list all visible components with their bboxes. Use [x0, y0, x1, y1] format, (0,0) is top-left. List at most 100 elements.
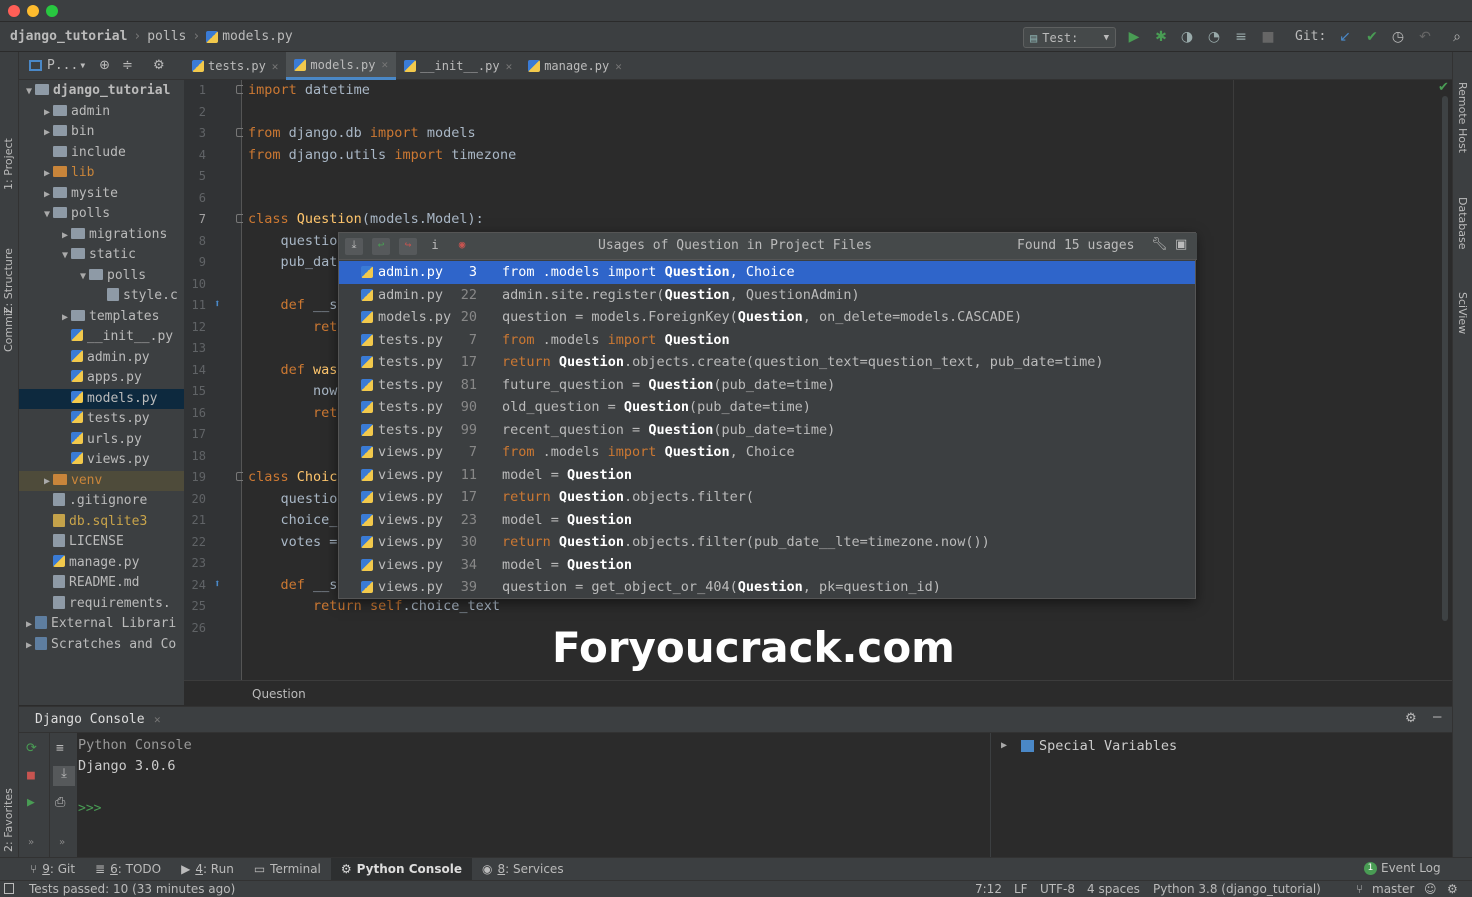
git-history-icon[interactable]: ◷ [1390, 29, 1406, 45]
breadcrumb-file[interactable]: models.py [222, 29, 292, 44]
scroll-to-end-icon[interactable]: ⤓ [53, 766, 75, 786]
expand-arrow-icon[interactable]: ▼ [59, 246, 71, 266]
tree-item-models-py[interactable]: models.py [19, 388, 184, 409]
console-prompt[interactable]: >>> [78, 801, 101, 816]
usage-row[interactable]: tests.py 7 from .models import Question [339, 329, 1195, 352]
bottom-tab-python-console[interactable]: ⚙ Python Console [330, 857, 472, 881]
write-access-icon[interactable]: ↪ [399, 238, 417, 255]
tool-windows-icon[interactable] [4, 883, 14, 894]
usage-row[interactable]: views.py 23 model = Question [339, 509, 1195, 532]
gear-icon[interactable]: ⚙ [1405, 711, 1417, 726]
tree-item-admin[interactable]: ▶ admin [19, 102, 184, 122]
close-tab-icon[interactable]: ✕ [615, 60, 622, 73]
editor-tab[interactable]: __init__.py ✕ [396, 52, 520, 80]
editor-tab[interactable]: models.py ✕ [286, 52, 397, 80]
expand-arrow-icon[interactable]: ▼ [77, 267, 89, 287]
tree-item-manage-py[interactable]: manage.py [19, 553, 184, 573]
console-tab[interactable]: Django Console [35, 712, 145, 727]
git-update-icon[interactable]: ↙ [1337, 29, 1353, 45]
special-variables[interactable]: Special Variables [1039, 738, 1177, 754]
override-marker-icon[interactable]: ⬆ [214, 577, 221, 590]
usage-row[interactable]: views.py 30 return Question.objects.filter… [339, 531, 1195, 554]
file-encoding[interactable]: UTF-8 [1040, 882, 1075, 896]
minimize-window-button[interactable] [27, 5, 39, 17]
inspection-ok-icon[interactable]: ✔ [1438, 80, 1449, 95]
expand-arrow-icon[interactable]: ▶ [41, 185, 53, 205]
close-tab-icon[interactable]: ✕ [506, 60, 513, 73]
expand-arrow-icon[interactable]: ▶ [23, 615, 35, 635]
expand-arrow-icon[interactable]: ▶ [23, 636, 35, 656]
debug-icon[interactable]: ✱ [1153, 29, 1169, 45]
editor-scrollbar[interactable] [1442, 96, 1448, 621]
usage-row[interactable]: admin.py 3 from .models import Question, C… [339, 261, 1195, 284]
inspector-icon[interactable]: ☺ [1424, 882, 1437, 896]
close-tab-icon[interactable]: ✕ [272, 60, 279, 73]
collapse-icon[interactable]: ≑ [122, 58, 133, 73]
remote-host-tool-tab[interactable]: Remote Host [1456, 82, 1469, 153]
search-icon[interactable]: ⌕ [1449, 29, 1465, 45]
tree-item-templates[interactable]: ▶ templates [19, 307, 184, 327]
tree-item-lib[interactable]: ▶ lib [19, 163, 184, 183]
locate-icon[interactable]: ⊕ [99, 58, 110, 73]
structure-tool-tab[interactable]: Z: Structure [2, 248, 15, 314]
profile-icon[interactable]: ◔ [1206, 29, 1222, 45]
indent-setting[interactable]: 4 spaces [1087, 882, 1140, 896]
scope-icon[interactable]: ◉ [453, 238, 471, 255]
usage-row[interactable]: tests.py 99 recent_question = Question(pub… [339, 419, 1195, 442]
usage-row[interactable]: tests.py 81 future_question = Question(pub… [339, 374, 1195, 397]
usage-row[interactable]: tests.py 90 old_question = Question(pub_da… [339, 396, 1195, 419]
tree-item-include[interactable]: include [19, 143, 184, 163]
zoom-window-button[interactable] [46, 5, 58, 17]
tree-item-polls[interactable]: ▼ polls [19, 266, 184, 286]
usage-row[interactable]: views.py 34 model = Question [339, 554, 1195, 577]
open-in-find-window-icon[interactable]: ▣ [1175, 237, 1187, 252]
editor-tab[interactable]: tests.py ✕ [184, 52, 286, 80]
console-output[interactable]: Python Console Django 3.0.6 >>> [77, 733, 990, 857]
gear-icon[interactable]: ⚙ [153, 58, 165, 73]
expand-arrow-icon[interactable]: ▼ [41, 205, 53, 225]
project-tool-tab[interactable]: 1: Project [2, 138, 15, 190]
tree-item-tests-py[interactable]: tests.py [19, 409, 184, 429]
tree-item-style-c[interactable]: style.c [19, 286, 184, 306]
sciview-tool-tab[interactable]: SciView [1456, 292, 1469, 334]
concurrency-icon[interactable]: ≡ [1233, 29, 1249, 45]
usage-row[interactable]: admin.py 22 admin.site.register(Question, … [339, 284, 1195, 307]
commit-tool-tab[interactable]: Commit [2, 309, 15, 352]
close-tab-icon[interactable]: ✕ [381, 58, 388, 71]
editor-breadcrumb[interactable]: Question [184, 680, 1452, 706]
expand-arrow-icon[interactable]: ▶ [59, 226, 71, 246]
tree-item-migrations[interactable]: ▶ migrations [19, 225, 184, 245]
git-commit-icon[interactable]: ✔ [1364, 29, 1380, 45]
tree-item-init-py[interactable]: __init__.py [19, 327, 184, 347]
expand-arrow-icon[interactable]: ▶ [41, 123, 53, 143]
soft-wrap-icon[interactable]: ≡ [56, 741, 64, 756]
stop-icon[interactable]: ■ [1260, 29, 1276, 45]
expand-arrow-icon[interactable]: ▼ [23, 82, 35, 102]
override-marker-icon[interactable]: ⬆ [214, 297, 221, 310]
tree-item-polls[interactable]: ▼ polls [19, 204, 184, 224]
breadcrumb-folder[interactable]: polls [147, 29, 186, 44]
expand-arrow-icon[interactable]: ▶ [59, 308, 71, 328]
tree-item-urls-py[interactable]: urls.py [19, 430, 184, 450]
hide-panel-icon[interactable]: — [1433, 709, 1441, 725]
git-branch[interactable]: master [1372, 882, 1414, 896]
bottom-tab-todo[interactable]: ≣ 6: TODO [85, 858, 171, 881]
tree-item-scratches-and-co[interactable]: ▶ Scratches and Co [19, 635, 184, 655]
expand-arrow-icon[interactable]: ▶ [1001, 740, 1007, 751]
event-log-tab[interactable]: Event Log [1381, 861, 1441, 875]
breadcrumb-project[interactable]: django_tutorial [10, 29, 127, 44]
merge-icon[interactable]: ⤓ [345, 238, 363, 255]
tree-item-bin[interactable]: ▶ bin [19, 122, 184, 142]
favorites-tool-tab[interactable]: 2: Favorites [2, 788, 15, 852]
usage-row[interactable]: tests.py 17 return Question.objects.create… [339, 351, 1195, 374]
expand-arrow-icon[interactable]: ▶ [41, 103, 53, 123]
tree-item-readme-md[interactable]: README.md [19, 573, 184, 593]
run-configuration-select[interactable]: ▤ Test: ▼ [1023, 27, 1116, 48]
python-interpreter[interactable]: Python 3.8 (django_tutorial) [1153, 882, 1321, 896]
usage-row[interactable]: views.py 17 return Question.objects.filter… [339, 486, 1195, 509]
bottom-tab-git[interactable]: ⑂ 9: Git [20, 858, 85, 881]
close-icon[interactable]: ✕ [154, 713, 161, 726]
bottom-tab-services[interactable]: ◉ 8: Services [472, 858, 574, 881]
info-icon[interactable]: i [426, 238, 444, 255]
git-rollback-icon[interactable]: ↶ [1417, 29, 1433, 45]
